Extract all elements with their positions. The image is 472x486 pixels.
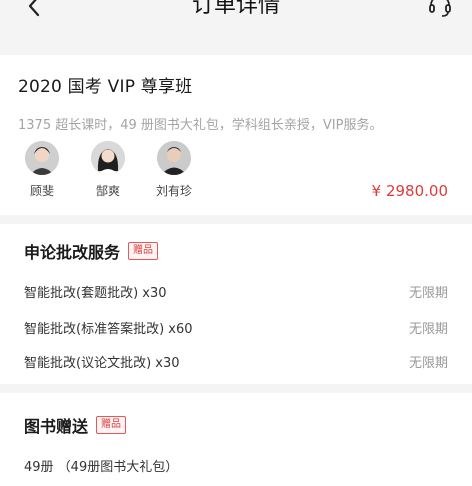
course-card[interactable]: 2020 国考 VIP 尊享班 1375 超长课时，49 册图书大礼包，学科组长…: [0, 55, 472, 215]
teacher-item[interactable]: 刘有珍: [154, 141, 194, 199]
teacher-name: 郜爽: [95, 184, 120, 198]
book-item[interactable]: 49册 （49册图书大礼包）: [24, 456, 178, 475]
avatar: [157, 141, 191, 175]
service-row[interactable]: 智能批改(标准答案批改) x60 无限期: [24, 317, 448, 337]
book-gift-card: 图书赠送 赠品 49册 （49册图书大礼包）: [0, 393, 472, 486]
course-title: 2020 国考 VIP 尊享班: [18, 77, 193, 97]
section-header: 图书赠送 赠品: [24, 413, 127, 437]
headset-icon: [429, 0, 451, 17]
avatar: [91, 141, 125, 175]
teacher-item[interactable]: 顾斐: [22, 141, 62, 199]
service-name: 智能批改(议论文批改) x30: [24, 355, 180, 371]
gift-badge: 赠品: [128, 242, 159, 260]
service-name: 智能批改(标准答案批改) x60: [24, 321, 193, 337]
section-title: 申论批改服务: [24, 243, 121, 262]
teacher-name: 刘有珍: [155, 184, 192, 198]
service-row[interactable]: 智能批改(议论文批改) x30 无限期: [24, 351, 448, 371]
course-description: 1375 超长课时，49 册图书大礼包，学科组长亲授，VIP服务。: [18, 118, 383, 133]
teacher-list: 顾斐 郜爽 刘有珍: [22, 141, 194, 199]
service-period: 无限期: [408, 321, 448, 337]
section-title: 图书赠送: [24, 417, 89, 436]
teacher-name: 顾斐: [29, 184, 54, 198]
service-name: 智能批改(套题批改) x30: [24, 285, 167, 301]
avatar: [25, 141, 59, 175]
gift-badge: 赠品: [96, 416, 127, 434]
service-row[interactable]: 智能批改(套题批改) x30 无限期: [24, 281, 448, 301]
service-period: 无限期: [408, 355, 448, 371]
service-period: 无限期: [408, 285, 448, 301]
essay-service-card: 申论批改服务 赠品 智能批改(套题批改) x30 无限期 智能批改(标准答案批改…: [0, 224, 472, 384]
header-bar: 订单详情: [0, 0, 472, 38]
customer-service-button[interactable]: [420, 0, 460, 26]
section-header: 申论批改服务 赠品: [24, 239, 159, 263]
course-price: ¥ 2980.00: [371, 182, 448, 200]
page-title: 订单详情: [191, 0, 280, 18]
teacher-item[interactable]: 郜爽: [88, 141, 128, 199]
order-detail-page: 订单详情 2020 国考 VIP 尊享班 1375 超长课时，49 册图书大礼包…: [0, 0, 472, 486]
